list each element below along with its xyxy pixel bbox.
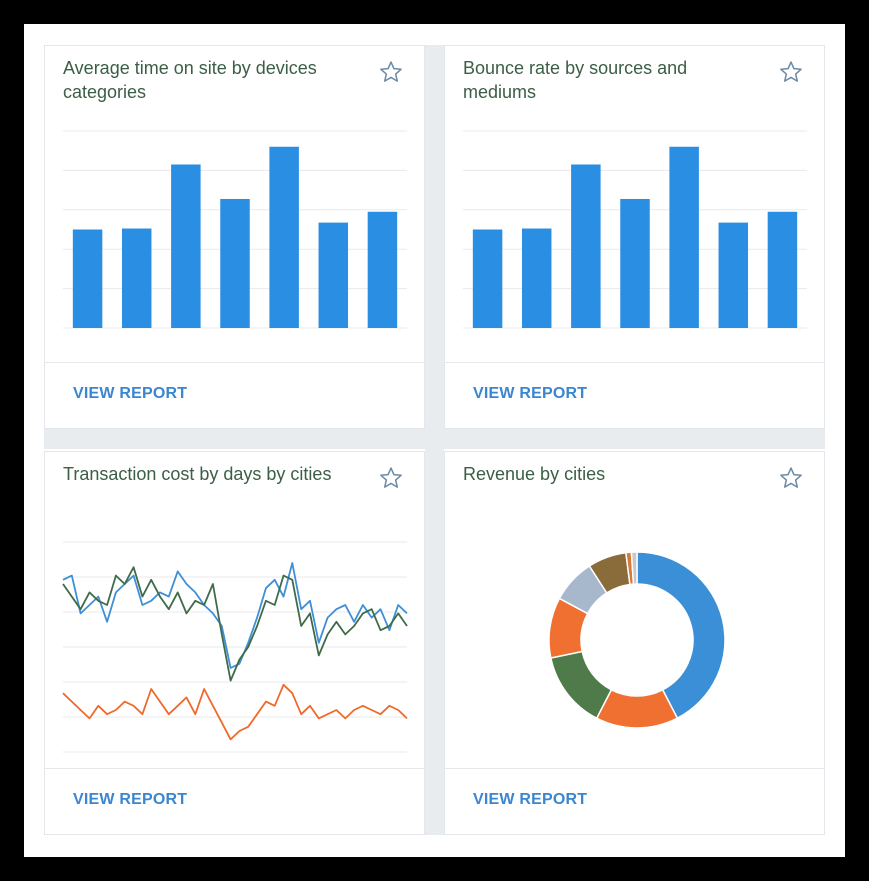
view-report-link[interactable]: VIEW REPORT [73, 385, 187, 403]
view-report-link[interactable]: VIEW REPORT [73, 791, 187, 809]
donut-slice [549, 650, 613, 720]
star-icon[interactable] [378, 59, 404, 85]
bar [718, 222, 749, 328]
bar-chart [463, 130, 807, 329]
star-icon[interactable] [378, 465, 404, 491]
line-chart [62, 541, 408, 753]
bar [121, 228, 152, 328]
card-title: Bounce rate by sources and mediums [463, 58, 688, 102]
bar [669, 146, 699, 328]
bar [620, 198, 650, 328]
bar [269, 146, 299, 328]
bar-chart [63, 130, 407, 329]
view-report-link[interactable]: VIEW REPORT [473, 791, 587, 809]
card-avg-time-on-site: Average time on site by devices categori… [44, 45, 425, 429]
bar [521, 228, 552, 328]
view-report-link[interactable]: VIEW REPORT [473, 385, 587, 403]
card-title: Revenue by cities [463, 464, 606, 484]
series-line [62, 683, 408, 741]
card-revenue-by-cities: Revenue by cities VIEW REPORT [444, 451, 825, 835]
bar [571, 164, 601, 328]
bar [472, 229, 503, 328]
card-footer: VIEW REPORT [445, 362, 824, 428]
bar [367, 211, 398, 328]
bar [72, 229, 103, 328]
card-bounce-rate: Bounce rate by sources and mediums VIEW … [444, 45, 825, 429]
star-icon[interactable] [778, 59, 804, 85]
bar [767, 211, 798, 328]
bar [220, 198, 250, 328]
card-footer: VIEW REPORT [45, 362, 424, 428]
card-title: Transaction cost by days by cities [63, 464, 332, 484]
card-footer: VIEW REPORT [445, 768, 824, 834]
donut-slice [636, 551, 726, 720]
bar [171, 164, 201, 328]
bar [318, 222, 349, 328]
card-footer: VIEW REPORT [45, 768, 424, 834]
grid-gutter-horizontal [44, 429, 825, 449]
card-transaction-cost: Transaction cost by days by cities VIEW … [44, 451, 425, 835]
series-line [62, 566, 408, 682]
donut-chart [548, 551, 726, 729]
card-title: Average time on site by devices categori… [63, 58, 317, 102]
star-icon[interactable] [778, 465, 804, 491]
